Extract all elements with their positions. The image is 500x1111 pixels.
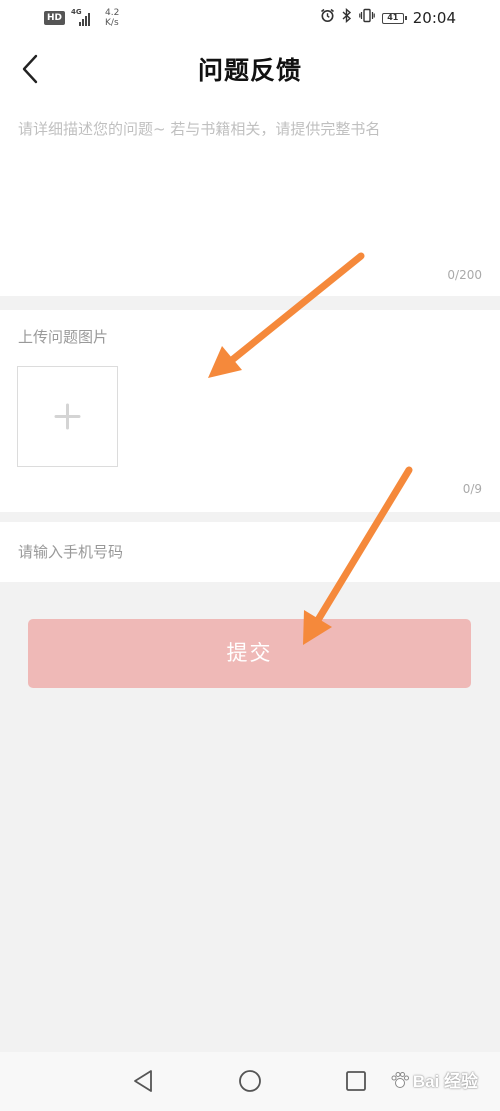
watermark-text: Bai 经验 xyxy=(412,1072,478,1091)
net-speed-unit: K/s xyxy=(105,18,119,28)
net-speed-value: 4.2 xyxy=(105,8,120,18)
header-bar: 问题反馈 xyxy=(0,36,500,102)
baidu-watermark: Bai 经验 xyxy=(390,1067,478,1092)
description-input[interactable] xyxy=(18,118,484,258)
alarm-icon xyxy=(320,8,335,28)
add-image-button[interactable] xyxy=(17,366,118,467)
upload-section: 上传问题图片 0/9 xyxy=(0,310,500,512)
status-left-group: HD 4G 4.2 K/s xyxy=(44,8,119,28)
battery-icon: 41 xyxy=(381,12,407,24)
system-home-button[interactable] xyxy=(235,1066,265,1096)
page-title: 问题反馈 xyxy=(197,56,302,85)
phone-section xyxy=(0,522,500,582)
net-speed: 4.2 K/s xyxy=(105,8,119,28)
description-counter: 0/200 xyxy=(447,268,482,282)
home-circle-icon xyxy=(239,1070,261,1092)
upload-label: 上传问题图片 xyxy=(18,328,109,346)
bluetooth-icon xyxy=(342,7,352,28)
upload-counter: 0/9 xyxy=(462,482,482,496)
system-back-button[interactable] xyxy=(128,1066,158,1096)
phone-input[interactable] xyxy=(18,536,484,568)
signal-icon: 4G xyxy=(71,8,97,26)
system-recents-button[interactable] xyxy=(341,1066,371,1096)
status-bar: HD 4G 4.2 K/s 41 20:04 xyxy=(0,0,500,36)
plus-icon xyxy=(18,367,117,466)
status-time: 20:04 xyxy=(412,9,456,27)
paw-icon xyxy=(391,1071,409,1088)
hd-icon: HD xyxy=(44,11,66,25)
status-right-group: 41 20:04 xyxy=(320,7,456,28)
description-section: 0/200 xyxy=(0,102,500,296)
vibrate-icon xyxy=(358,8,375,28)
back-triangle-icon xyxy=(134,1070,152,1092)
submit-button[interactable]: 提交 xyxy=(28,619,471,688)
recents-square-icon xyxy=(346,1071,366,1091)
